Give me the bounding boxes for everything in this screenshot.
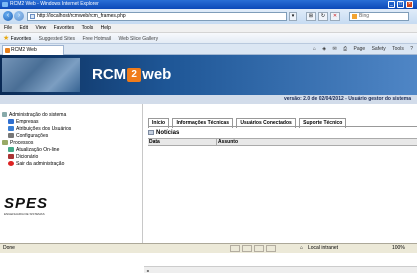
browser-window: RCM2 Web - Windows Internet Explorer _ □… (0, 0, 417, 273)
building-icon (8, 119, 14, 125)
browser-tab[interactable]: RCM2 Web (2, 45, 64, 55)
zone-icon: ⌂ (300, 245, 304, 251)
command-bar: ⌂ ◈ ✉ ⎙ Page Safety Tools ? (308, 44, 413, 55)
col-assunto: Assunto (216, 139, 238, 145)
home-icon[interactable]: ⌂ (313, 46, 316, 52)
version-bar: versão: 2.0 de 02/04/2012 - Usuário gest… (0, 95, 417, 104)
address-row: ‹ › http://localhost/rcmweb/rcm_frames.p… (0, 9, 417, 24)
admin-sidebar: Administração do sistema Empresas Atribu… (0, 104, 143, 243)
back-button[interactable]: ‹ (3, 11, 13, 21)
stop-icon[interactable]: ✕ (330, 12, 340, 21)
print-icon[interactable]: ⎙ (343, 46, 347, 52)
feeds-icon[interactable]: ◈ (322, 46, 326, 52)
menu-file[interactable]: File (4, 25, 12, 31)
cmd-tools[interactable]: Tools (392, 46, 404, 52)
version-text: versão: 2.0 de 02/04/2012 - Usuário gest… (283, 96, 411, 102)
status-pane (230, 245, 240, 252)
header-photo (2, 58, 80, 92)
address-dropdown-button[interactable]: ▾ (289, 12, 297, 21)
ie-icon (2, 2, 8, 7)
mail-icon[interactable]: ✉ (332, 46, 336, 52)
star-icon: ★ (3, 35, 10, 42)
collapse-icon (2, 112, 7, 118)
status-pane (266, 245, 276, 252)
tab-row: RCM2 Web ⌂ ◈ ✉ ⎙ Page Safety Tools ? (0, 44, 417, 55)
compat-view-icon[interactable]: ⊞ (306, 12, 316, 21)
menu-bar: File Edit View Favorites Tools Help (0, 24, 417, 33)
zoom-level[interactable]: 100% (392, 244, 405, 253)
folder-icon (2, 140, 8, 146)
status-bar: Done ⌂ Local intranet 100% (0, 243, 417, 253)
users-icon (8, 126, 14, 132)
status-pane (242, 245, 252, 252)
sidebar-item-empresas[interactable]: Empresas (8, 119, 39, 126)
tools-icon (8, 133, 14, 139)
sidebar-item-atualizacao[interactable]: Atualização On-line (8, 147, 59, 154)
col-data: Data (149, 139, 160, 145)
fav-suggested-sites[interactable]: Suggested Sites (39, 36, 75, 42)
minimize-button[interactable]: _ (388, 1, 395, 8)
menu-view[interactable]: View (35, 25, 46, 31)
window-title: RCM2 Web - Windows Internet Explorer (10, 1, 99, 7)
address-url: http://localhost/rcmweb/rcm_frames.php (37, 13, 126, 19)
address-bar[interactable]: http://localhost/rcmweb/rcm_frames.php (27, 12, 287, 21)
sidebar-item-processos[interactable]: Processos (2, 140, 33, 147)
tab-label: RCM2 Web (11, 47, 37, 53)
update-icon (8, 147, 14, 153)
tab-divider (148, 126, 417, 127)
maximize-button[interactable]: □ (397, 1, 404, 8)
sidebar-item-dicionario[interactable]: Dicionário (8, 154, 38, 161)
cmd-safety[interactable]: Safety (372, 46, 386, 52)
book-icon (8, 154, 14, 160)
exit-icon (8, 161, 14, 167)
title-bar: RCM2 Web - Windows Internet Explorer _ □… (0, 0, 417, 9)
sidebar-item-atribuicoes[interactable]: Atribuições dos Usuários (8, 126, 71, 133)
sidebar-item-configuracoes[interactable]: Configurações (8, 133, 48, 140)
main-content: Início Informações Técnicas Usuários Con… (144, 104, 417, 273)
fav-web-slice-gallery[interactable]: Web Slice Gallery (118, 36, 158, 42)
menu-edit[interactable]: Edit (19, 25, 28, 31)
news-icon (148, 129, 154, 135)
close-button[interactable]: × (406, 1, 413, 8)
search-input[interactable]: Bing (349, 12, 409, 21)
favorites-button[interactable]: Favorites (11, 36, 32, 42)
status-text: Done (3, 245, 15, 251)
rcm2web-logo: RCM 2 web (92, 66, 172, 83)
tree-root-label: Administração do sistema (9, 112, 67, 118)
status-pane (254, 245, 264, 252)
menu-tools[interactable]: Tools (82, 25, 94, 31)
site-header: RCM 2 web (0, 55, 417, 95)
menu-help[interactable]: Help (101, 25, 111, 31)
bing-icon (352, 14, 357, 19)
forward-button[interactable]: › (14, 11, 24, 21)
tab-favicon (5, 48, 10, 53)
menu-favorites[interactable]: Favorites (54, 25, 75, 31)
search-placeholder: Bing (359, 13, 370, 19)
page-icon (30, 14, 35, 19)
sidebar-item-sair[interactable]: Sair da administração (8, 161, 64, 168)
news-heading: Notícias (148, 129, 179, 137)
news-table-header: Data Assunto (148, 138, 417, 146)
cmd-page[interactable]: Page (353, 46, 365, 52)
refresh-icon[interactable]: ↻ (318, 12, 328, 21)
favorites-bar: ★ Favorites Suggested Sites Free Hotmail… (0, 33, 417, 44)
zone-text: Local intranet (308, 245, 339, 251)
horizontal-scrollbar[interactable]: ◂ (144, 266, 417, 273)
scroll-left-icon[interactable]: ◂ (145, 268, 150, 273)
tree-root[interactable]: Administração do sistema (2, 112, 66, 119)
spes-logo: SPES ENGENHARIA DE SISTEMAS (4, 195, 49, 217)
help-icon[interactable]: ? (410, 46, 413, 52)
fav-free-hotmail[interactable]: Free Hotmail (82, 36, 111, 42)
